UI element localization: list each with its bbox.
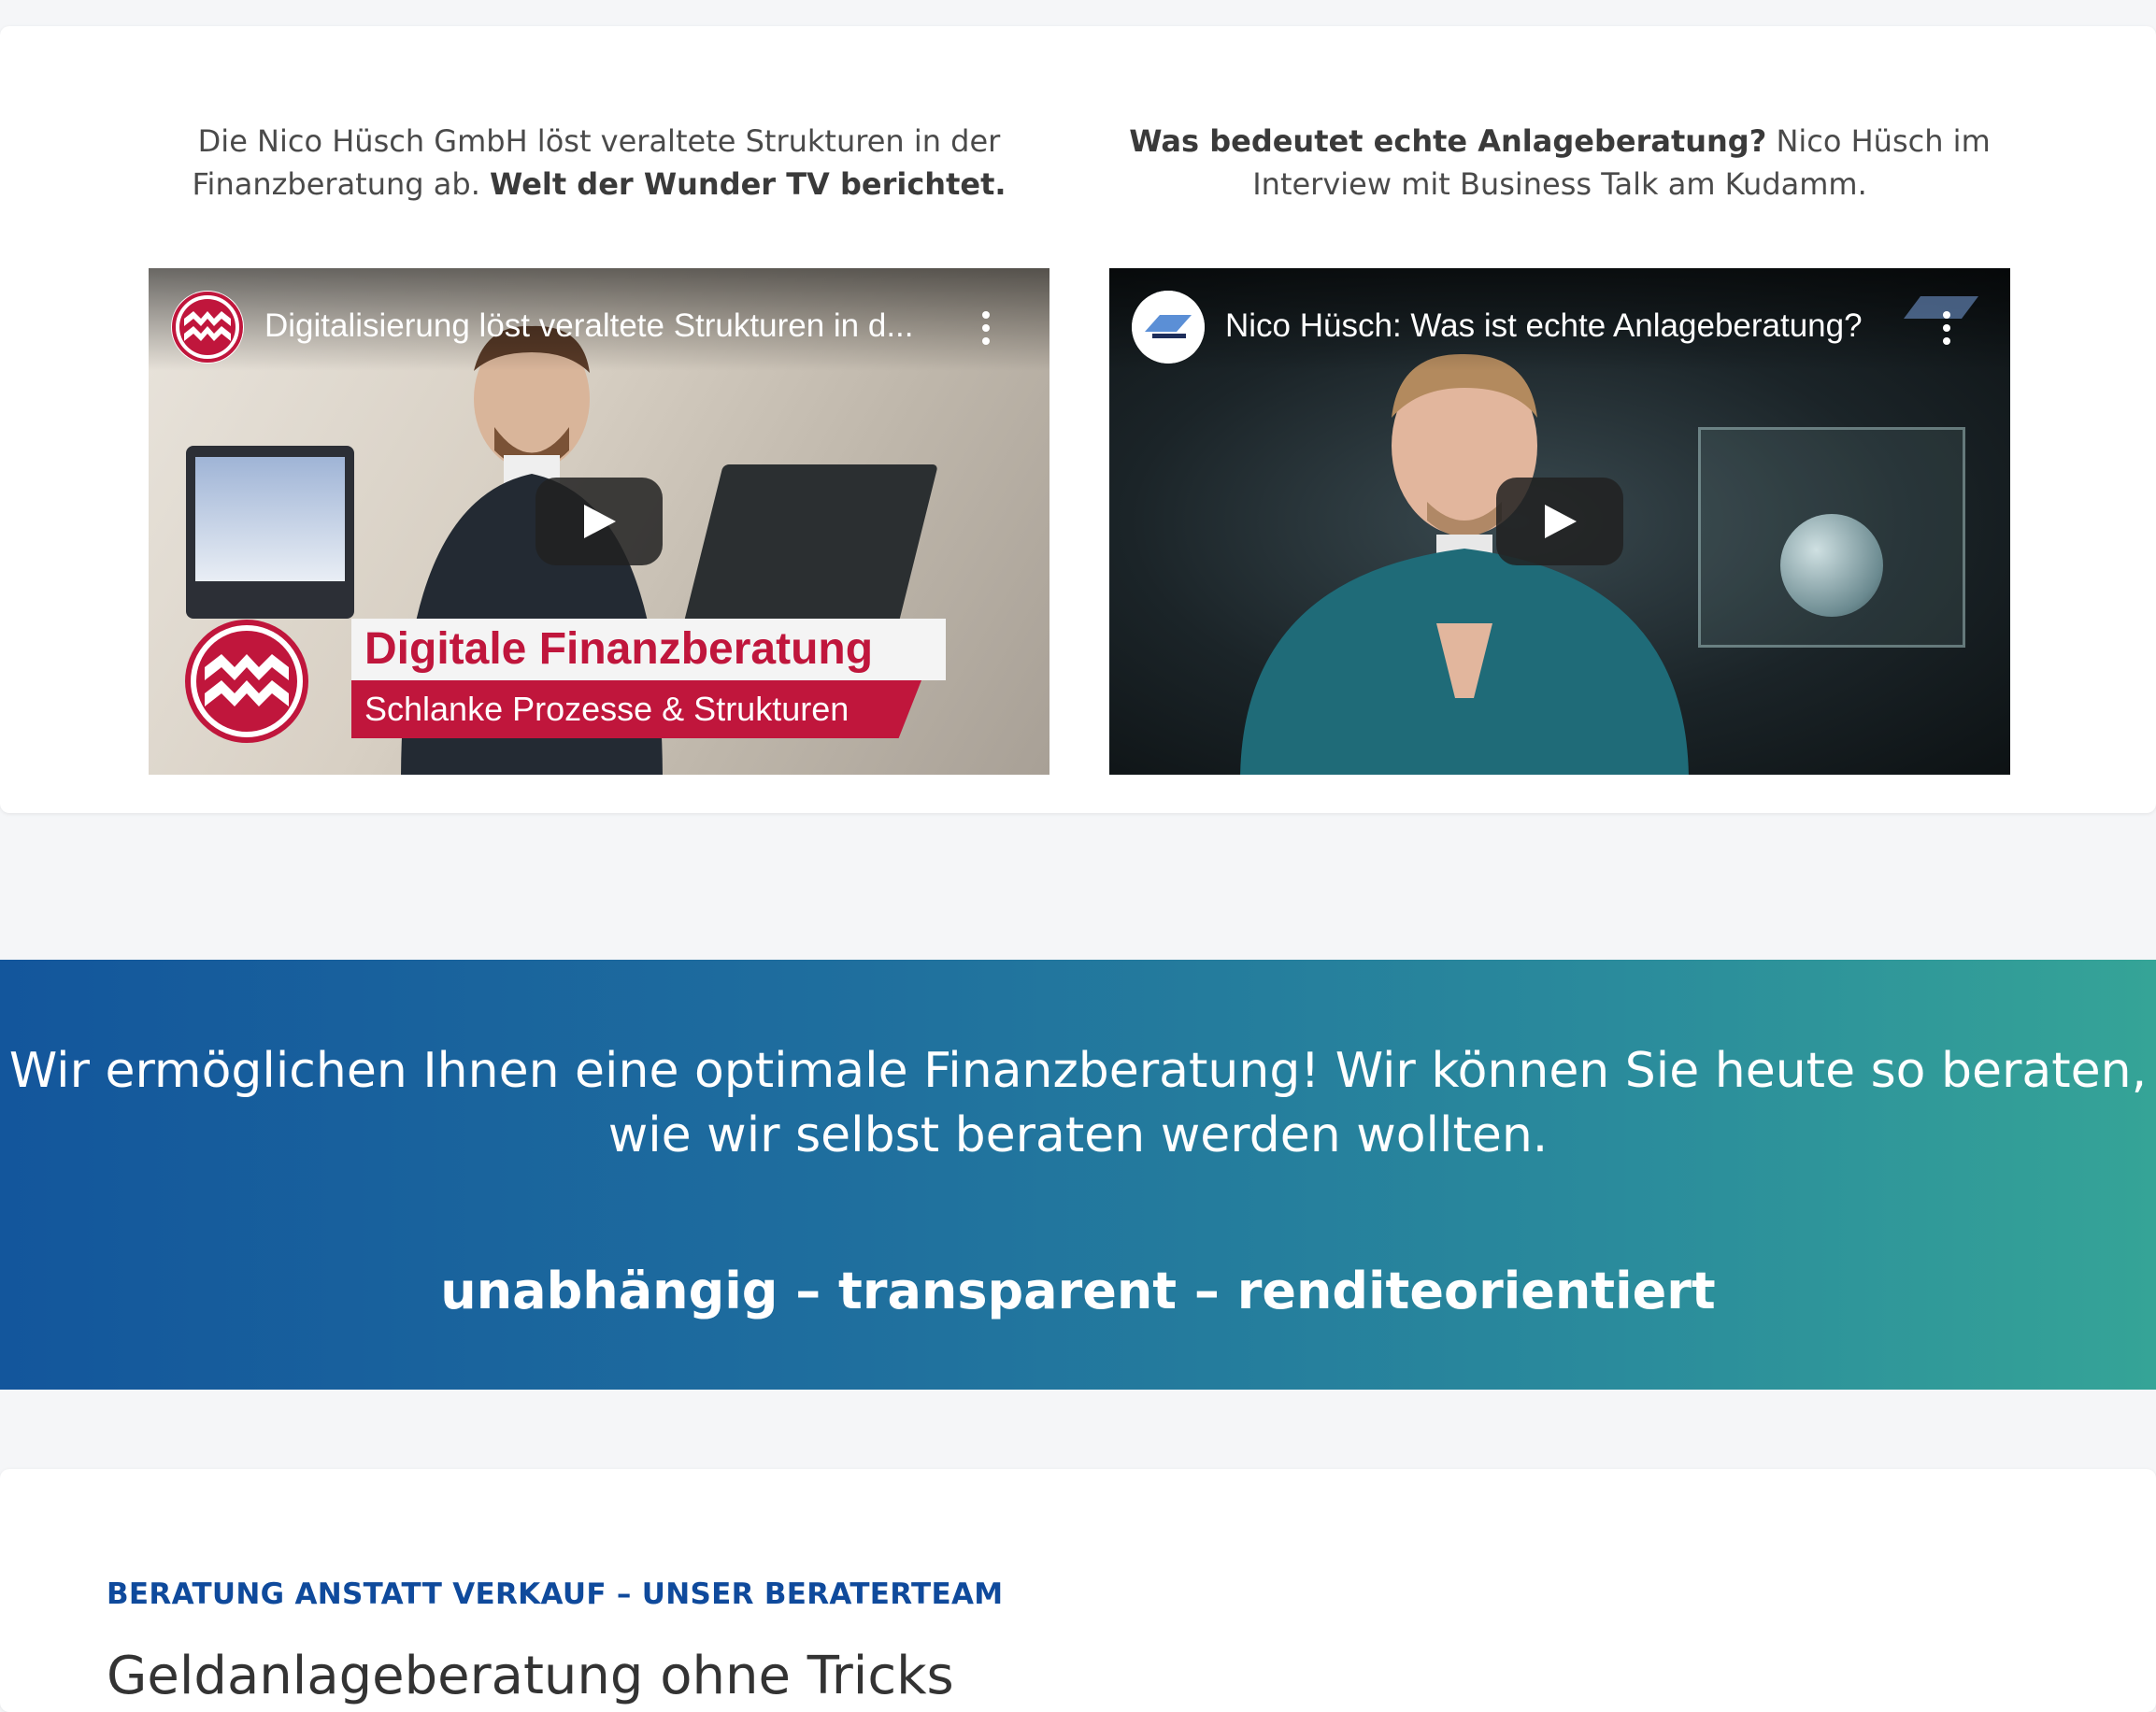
right-video-player[interactable]: Nico Hüsch: Was ist echte Anlageberatung… xyxy=(1109,268,2010,775)
right-video-title[interactable]: Nico Hüsch: Was ist echte Anlageberatung… xyxy=(1225,306,1907,347)
person-thumbnail xyxy=(1240,353,1689,775)
left-video-player[interactable]: Digitalisierung löst veraltete Strukture… xyxy=(149,268,1049,775)
play-button[interactable] xyxy=(535,478,663,565)
left-caption-bold: Welt der Wunder TV berichtet. xyxy=(490,166,1007,202)
play-button[interactable] xyxy=(1496,478,1623,565)
value-proposition-banner: Wir ermöglichen Ihnen eine optimale Fina… xyxy=(0,960,2156,1390)
right-video-caption: Was bedeutet echte Anlageberatung? Nico … xyxy=(1109,120,2010,206)
business-talk-logo-icon[interactable] xyxy=(1132,291,1205,364)
team-section-card: BERATUNG ANSTATT VERKAUF – UNSER BERATER… xyxy=(0,1469,2156,1712)
left-video-title[interactable]: Digitalisierung löst veraltete Strukture… xyxy=(264,306,947,347)
more-options-icon[interactable] xyxy=(980,310,992,346)
monitor-image xyxy=(186,446,354,619)
play-icon xyxy=(1545,505,1577,538)
banner-values: unabhängig – transparent – renditeorient… xyxy=(440,1262,1716,1320)
video-overlay-subtitle: Schlanke Prozesse & Strukturen xyxy=(351,680,921,738)
left-video-caption: Die Nico Hüsch GmbH löst veraltete Struk… xyxy=(149,120,1049,206)
welt-der-wunder-brand-logo-icon xyxy=(185,620,308,743)
video-card: Die Nico Hüsch GmbH löst veraltete Struk… xyxy=(0,26,2156,813)
section-kicker: BERATUNG ANSTATT VERKAUF – UNSER BERATER… xyxy=(107,1577,1004,1611)
section-heading: Geldanlageberatung ohne Tricks xyxy=(107,1646,954,1706)
more-options-icon[interactable] xyxy=(1941,310,1952,346)
play-icon xyxy=(584,505,616,538)
video-overlay-title: Digitale Finanzberatung xyxy=(351,619,946,680)
banner-text: Wir ermöglichen Ihnen eine optimale Fina… xyxy=(8,1043,2148,1163)
welt-der-wunder-logo-icon[interactable] xyxy=(171,291,244,364)
right-caption-bold: Was bedeutet echte Anlageberatung? xyxy=(1129,123,1767,159)
glass-case-image xyxy=(1698,427,1965,648)
business-talk-watermark-icon xyxy=(1904,296,1978,319)
